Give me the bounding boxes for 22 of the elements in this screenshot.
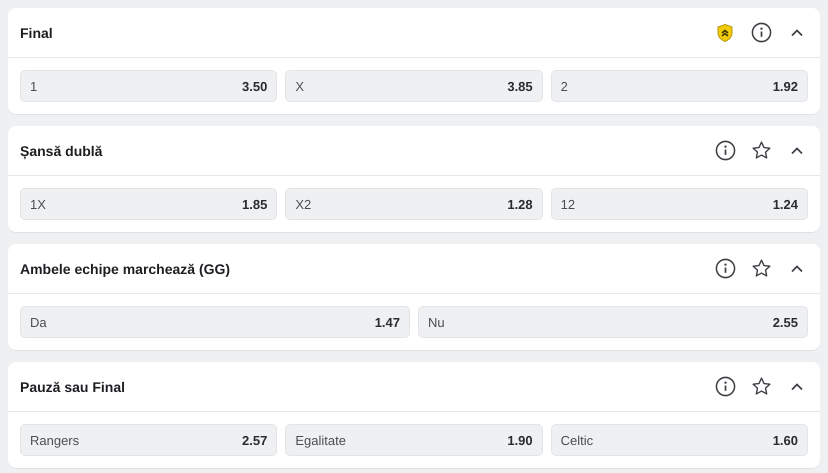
star-icon[interactable] <box>750 376 772 398</box>
market-title: Ambele echipe marchează (GG) <box>20 260 232 276</box>
odds-button[interactable]: X 3.85 <box>285 70 543 102</box>
star-icon[interactable] <box>750 140 772 162</box>
market-title: Final <box>20 24 54 40</box>
info-icon[interactable] <box>714 140 736 162</box>
market-title: Șansă dublă <box>20 142 104 158</box>
odds-button[interactable]: X2 1.28 <box>285 188 543 220</box>
odds-button[interactable]: Egalitate 1.90 <box>285 424 543 456</box>
odds-button[interactable]: Nu 2.55 <box>418 306 808 338</box>
odds-button[interactable]: Da 1.47 <box>20 306 410 338</box>
info-icon[interactable] <box>714 258 736 280</box>
odds-button[interactable]: 1X 1.85 <box>20 188 278 220</box>
odds-button[interactable]: 1 3.50 <box>20 70 278 102</box>
star-icon[interactable] <box>750 258 772 280</box>
odds-button[interactable]: Rangers 2.57 <box>20 424 278 456</box>
odds-button[interactable]: Celtic 1.60 <box>550 424 808 456</box>
odds-button[interactable]: 2 1.92 <box>550 70 808 102</box>
odds-button[interactable]: 12 1.24 <box>550 188 808 220</box>
market-title: Pauză sau Final <box>20 378 126 394</box>
info-icon[interactable] <box>750 22 772 44</box>
info-icon[interactable] <box>714 376 736 398</box>
